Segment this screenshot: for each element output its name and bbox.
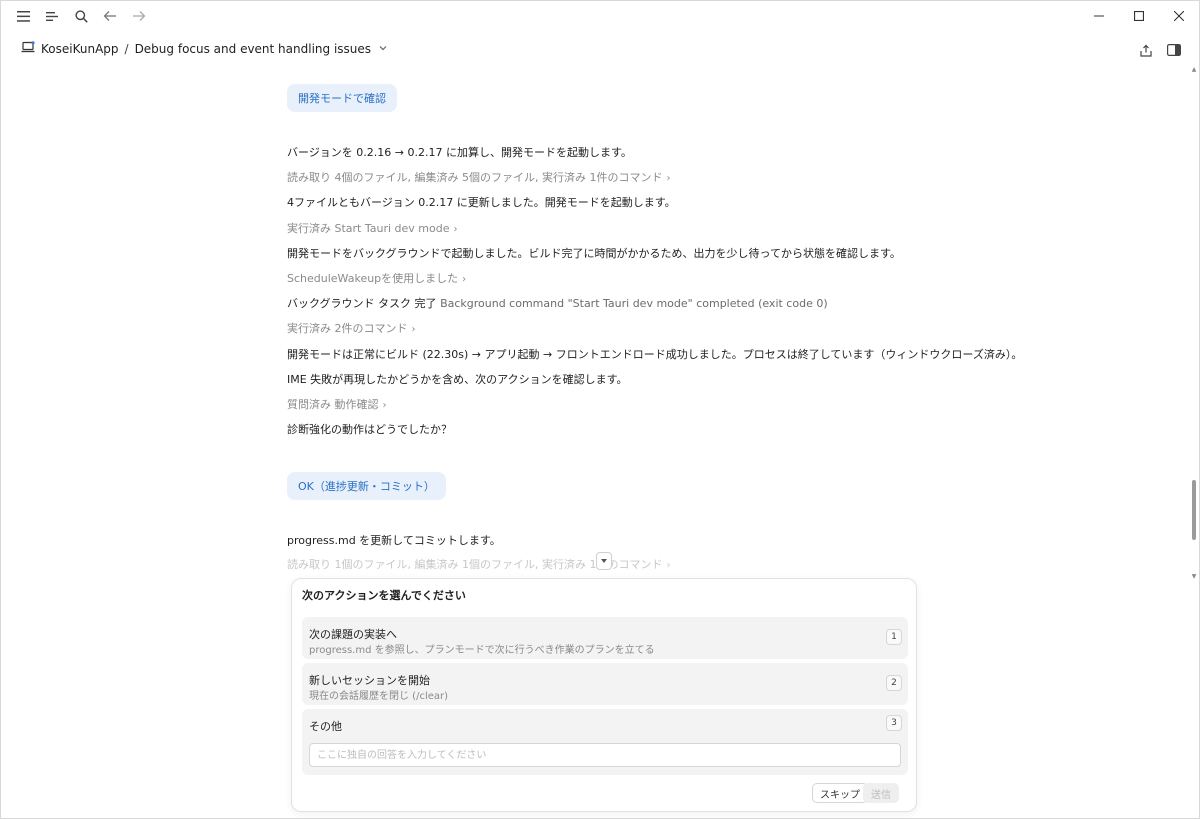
- message-text: バージョンを 0.2.16 → 0.2.17 に加算し、開発モードを起動します。: [287, 146, 632, 159]
- chevron-right-icon: ›: [411, 324, 416, 335]
- scrollbar[interactable]: ▲ ▼: [1189, 65, 1199, 580]
- tool-summary-text: ScheduleWakeupを使用しました: [287, 272, 459, 285]
- option-other[interactable]: その他 3: [302, 709, 908, 775]
- option-shortcut-badge: 1: [886, 629, 902, 645]
- question-panel: 次のアクションを選んでください 次の課題の実装へ progress.md を参照…: [291, 578, 917, 812]
- window-controls: [1079, 1, 1199, 31]
- session-header: KoseiKunApp / Debug focus and event hand…: [1, 37, 1199, 65]
- session-title[interactable]: Debug focus and event handling issues: [135, 42, 371, 56]
- tool-summary-text: 実行済み 2件のコマンド: [287, 322, 408, 335]
- question-title: 次のアクションを選んでください: [302, 589, 466, 602]
- ok-commit-chip[interactable]: OK（進捗更新・コミット）: [287, 472, 446, 500]
- scrollbar-thumb[interactable]: [1192, 480, 1196, 540]
- option-label: その他: [309, 720, 342, 733]
- maximize-icon: [1134, 11, 1144, 21]
- arrow-left-icon[interactable]: [96, 2, 124, 30]
- scroll-up-icon[interactable]: ▲: [1190, 65, 1198, 73]
- header-actions: [1135, 39, 1185, 61]
- tool-summary-text: 読み取り 4個のファイル, 編集済み 5個のファイル, 実行済み 1件のコマンド: [287, 171, 663, 184]
- chevron-right-icon: ›: [382, 400, 387, 411]
- sidebar-toggle-icon[interactable]: [1163, 39, 1185, 61]
- option-label: 新しいセッションを開始: [309, 674, 430, 687]
- breadcrumb: KoseiKunApp / Debug focus and event hand…: [21, 41, 387, 56]
- arrow-right-icon[interactable]: [125, 2, 153, 30]
- option-shortcut-badge: 3: [886, 715, 902, 731]
- skip-button[interactable]: スキップ: [812, 783, 868, 803]
- project-name[interactable]: KoseiKunApp: [41, 42, 119, 56]
- background-task-detail: Background command "Start Tauri dev mode…: [440, 297, 828, 310]
- outline-list-icon[interactable]: [38, 2, 66, 30]
- breadcrumb-separator: /: [124, 41, 129, 56]
- scroll-down-icon[interactable]: ▼: [1190, 572, 1198, 580]
- option-new-session[interactable]: 新しいセッションを開始 現在の会話履歴を閉じ (/clear) 2: [302, 663, 908, 705]
- minimize-button[interactable]: [1079, 1, 1119, 31]
- tool-summary-row[interactable]: 実行済み Start Tauri dev mode ›: [287, 222, 458, 237]
- minimize-icon: [1094, 15, 1104, 17]
- message-text: 開発モードをバックグラウンドで起動しました。ビルド完了に時間がかかるため、出力を…: [287, 247, 901, 260]
- close-icon: [1174, 11, 1184, 21]
- background-task-label: バックグラウンド タスク 完了: [287, 297, 437, 310]
- share-icon[interactable]: [1135, 39, 1157, 61]
- close-window-button[interactable]: [1159, 1, 1199, 31]
- search-icon[interactable]: [67, 2, 95, 30]
- background-task-notice: バックグラウンド タスク 完了 Background command "Star…: [287, 297, 828, 311]
- chevron-down-icon[interactable]: [379, 44, 387, 54]
- laptop-icon: [21, 41, 35, 56]
- chevron-down-icon: [601, 559, 607, 563]
- message-text: 開発モードは正常にビルド (22.30s) → アプリ起動 → フロントエンドロ…: [287, 348, 1023, 361]
- chevron-right-icon: ›: [453, 224, 458, 235]
- tool-summary-row[interactable]: 読み取り 1個のファイル, 編集済み 1個のファイル, 実行済み 1件のコマンド…: [287, 558, 670, 573]
- send-button[interactable]: 送信: [863, 783, 899, 803]
- maximize-button[interactable]: [1119, 1, 1159, 31]
- chevron-right-icon: ›: [462, 274, 467, 285]
- tool-summary-row[interactable]: 実行済み 2件のコマンド ›: [287, 322, 416, 337]
- option-label: 次の課題の実装へ: [309, 628, 397, 641]
- message-text: 4ファイルともバージョン 0.2.17 に更新しました。開発モードを起動します。: [287, 196, 676, 209]
- chevron-right-icon: ›: [666, 173, 671, 184]
- title-bar-left-tools: [9, 2, 153, 30]
- tool-summary-text: 実行済み Start Tauri dev mode: [287, 222, 450, 235]
- app-window: KoseiKunApp / Debug focus and event hand…: [0, 0, 1200, 819]
- message-text: progress.md を更新してコミットします。: [287, 534, 501, 547]
- hamburger-menu-icon[interactable]: [9, 2, 37, 30]
- tool-summary-row[interactable]: 読み取り 4個のファイル, 編集済み 5個のファイル, 実行済み 1件のコマンド…: [287, 171, 670, 186]
- tool-summary-text: 質問済み 動作確認: [287, 398, 379, 411]
- title-bar: [1, 1, 1199, 31]
- tool-summary-row[interactable]: 質問済み 動作確認 ›: [287, 398, 387, 413]
- option-shortcut-badge: 2: [886, 675, 902, 691]
- option-description: 現在の会話履歴を閉じ (/clear): [309, 691, 449, 702]
- other-answer-input[interactable]: [309, 743, 901, 767]
- option-description: progress.md を参照し、プランモードで次に行うべき作業のプランを立てる: [309, 645, 655, 656]
- chevron-right-icon: ›: [666, 560, 671, 571]
- dev-mode-check-chip[interactable]: 開発モードで確認: [287, 84, 397, 112]
- message-text: IME 失敗が再現したかどうかを含め、次のアクションを確認します。: [287, 373, 628, 386]
- scroll-to-bottom-button[interactable]: [596, 552, 612, 570]
- tool-summary-row[interactable]: ScheduleWakeupを使用しました ›: [287, 272, 466, 287]
- message-text: 診断強化の動作はどうでしたか？: [287, 423, 452, 436]
- option-next-task[interactable]: 次の課題の実装へ progress.md を参照し、プランモードで次に行うべき作…: [302, 617, 908, 659]
